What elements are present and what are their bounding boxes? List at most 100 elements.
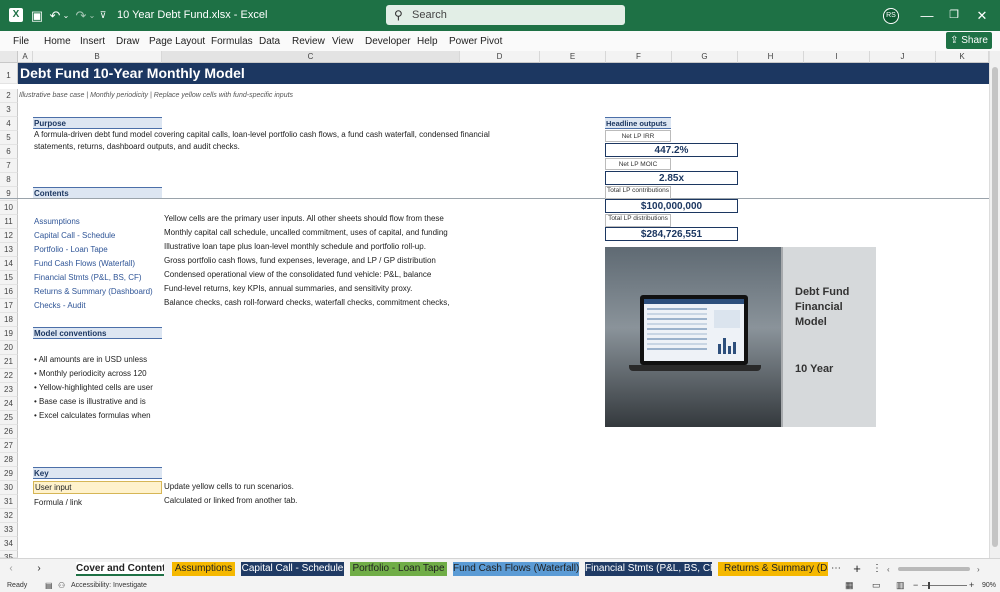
row-header[interactable]: 27	[0, 439, 18, 453]
search-box[interactable]: ⚲ Search	[386, 5, 625, 25]
output-label-irr[interactable]: Net LP IRR	[605, 130, 671, 142]
avatar[interactable]: RS	[883, 8, 899, 24]
column-header-d[interactable]: D	[460, 51, 540, 63]
menu-developer[interactable]: Developer	[365, 36, 411, 48]
column-header-k[interactable]: K	[936, 51, 989, 63]
conventions-header[interactable]: Model conventions	[33, 327, 162, 339]
convention-item[interactable]: • Base case is illustrative and is	[34, 397, 146, 407]
contents-description[interactable]: Monthly capital call schedule, uncalled …	[164, 228, 448, 238]
output-label-moic[interactable]: Net LP MOIC	[605, 158, 671, 170]
macro-record-icon[interactable]: ▤	[45, 581, 53, 590]
menu-review[interactable]: Review	[292, 36, 325, 48]
tab-cover-and-contents[interactable]: Cover and Contents	[76, 562, 164, 576]
row-header[interactable]: 19	[0, 327, 18, 341]
close-icon[interactable]: ✕	[975, 8, 989, 23]
output-label-distributions[interactable]: Total LP distributions	[605, 214, 671, 227]
contents-description[interactable]: Yellow cells are the primary user inputs…	[164, 214, 444, 224]
redo-icon[interactable]: ↷	[74, 8, 88, 23]
row-header[interactable]: 4	[0, 117, 18, 131]
undo-icon[interactable]: ↶	[48, 8, 62, 23]
purpose-text[interactable]: A formula-driven debt fund model coverin…	[34, 130, 490, 140]
contents-link-fund-cash-flows[interactable]: Fund Cash Flows (Waterfall)	[34, 259, 135, 269]
contents-link-financial-stmts[interactable]: Financial Stmts (P&L, BS, CF)	[34, 273, 142, 283]
output-label-contributions[interactable]: Total LP contributions	[605, 186, 671, 199]
undo-dropdown-icon[interactable]: ⌄	[62, 8, 70, 23]
tab-assumptions[interactable]: Assumptions	[172, 562, 235, 576]
menu-home[interactable]: Home	[44, 36, 71, 48]
output-value-irr[interactable]: 447.2%	[605, 143, 738, 157]
zoom-slider-thumb[interactable]	[928, 582, 930, 589]
row-header[interactable]: 22	[0, 369, 18, 383]
key-header[interactable]: Key	[33, 467, 162, 479]
row-header[interactable]: 13	[0, 243, 18, 257]
column-header-a[interactable]: A	[18, 51, 33, 63]
accessibility-icon[interactable]: ⚇	[58, 581, 65, 590]
row-header[interactable]: 30	[0, 481, 18, 495]
redo-dropdown-icon[interactable]: ⌄	[88, 8, 96, 23]
page-break-view-icon[interactable]: ▥	[896, 580, 905, 591]
row-header[interactable]: 14	[0, 257, 18, 271]
key-description[interactable]: Calculated or linked from another tab.	[164, 496, 297, 506]
output-value-moic[interactable]: 2.85x	[605, 171, 738, 185]
convention-item[interactable]: • Excel calculates formulas when	[34, 411, 151, 421]
row-header[interactable]: 34	[0, 537, 18, 551]
zoom-in-icon[interactable]: +	[969, 580, 974, 590]
vertical-scrollbar[interactable]	[989, 51, 1000, 558]
add-sheet-icon[interactable]: +	[850, 562, 864, 576]
contents-description[interactable]: Balance checks, cash roll-forward checks…	[164, 298, 449, 308]
menu-file[interactable]: File	[13, 36, 29, 48]
sheet-title[interactable]: Debt Fund 10-Year Monthly Model	[18, 63, 989, 84]
more-tabs-icon[interactable]: ⋯	[830, 562, 842, 576]
sheet-list-icon[interactable]: ⋮	[870, 562, 884, 576]
menu-insert[interactable]: Insert	[80, 36, 105, 48]
contents-description[interactable]: Condensed operational view of the consol…	[164, 270, 431, 280]
contents-link-portfolio[interactable]: Portfolio - Loan Tape	[34, 245, 108, 255]
tab-portfolio-loan-tape[interactable]: Portfolio - Loan Tape	[350, 562, 447, 576]
column-header-f[interactable]: F	[606, 51, 672, 63]
purpose-header[interactable]: Purpose	[33, 117, 162, 129]
select-all-corner[interactable]	[0, 51, 18, 63]
output-value-distributions[interactable]: $284,726,551	[605, 227, 738, 241]
purpose-text[interactable]: statements, returns, dashboard outputs, …	[34, 142, 240, 152]
row-header[interactable]: 33	[0, 523, 18, 537]
row-header[interactable]: 29	[0, 467, 18, 481]
tab-financial-stmts[interactable]: Financial Stmts (P&L, BS, CF)	[585, 562, 712, 576]
row-header[interactable]: 21	[0, 355, 18, 369]
zoom-out-icon[interactable]: −	[913, 580, 918, 590]
key-user-input[interactable]: User input	[33, 481, 162, 494]
contents-link-assumptions[interactable]: Assumptions	[34, 217, 80, 227]
tab-scroll-right-icon[interactable]: ›	[32, 562, 46, 576]
minimize-icon[interactable]: —	[920, 8, 934, 23]
tab-scroll-left-icon[interactable]: ‹	[4, 562, 18, 576]
row-header[interactable]: 10	[0, 201, 18, 215]
row-header[interactable]: 7	[0, 159, 18, 173]
page-layout-view-icon[interactable]: ▭	[872, 580, 881, 591]
scrollbar-thumb[interactable]	[992, 67, 998, 547]
row-header[interactable]: 25	[0, 411, 18, 425]
sheet-subtitle[interactable]: Illustrative base case | Monthly periodi…	[19, 91, 293, 101]
tab-returns-summary[interactable]: Returns & Summary (Das	[718, 562, 828, 576]
contents-description[interactable]: Gross portfolio cash flows, fund expense…	[164, 256, 436, 266]
column-header-j[interactable]: J	[870, 51, 936, 63]
row-header[interactable]: 32	[0, 509, 18, 523]
row-header[interactable]: 31	[0, 495, 18, 509]
menu-help[interactable]: Help	[417, 36, 438, 48]
column-header-e[interactable]: E	[540, 51, 606, 63]
column-header-b[interactable]: B	[33, 51, 162, 63]
row-header[interactable]: 15	[0, 271, 18, 285]
row-header[interactable]: 35	[0, 551, 18, 562]
contents-link-checks[interactable]: Checks - Audit	[34, 301, 86, 311]
row-header[interactable]: 6	[0, 145, 18, 159]
row-header[interactable]: 24	[0, 397, 18, 411]
cover-image[interactable]: Debt Fund Financial Model 10 Year	[605, 247, 876, 427]
contents-description[interactable]: Fund-level returns, key KPIs, annual sum…	[164, 284, 412, 294]
convention-item[interactable]: • Yellow-highlighted cells are user	[34, 383, 153, 393]
row-header[interactable]: 23	[0, 383, 18, 397]
row-header[interactable]: 11	[0, 215, 18, 229]
column-header-g[interactable]: G	[672, 51, 738, 63]
restore-icon[interactable]: ❐	[947, 8, 961, 23]
row-header[interactable]: 1	[0, 63, 18, 84]
key-description[interactable]: Update yellow cells to run scenarios.	[164, 482, 294, 492]
convention-item[interactable]: • All amounts are in USD unless	[34, 355, 147, 365]
normal-view-icon[interactable]: ▦	[845, 580, 854, 591]
